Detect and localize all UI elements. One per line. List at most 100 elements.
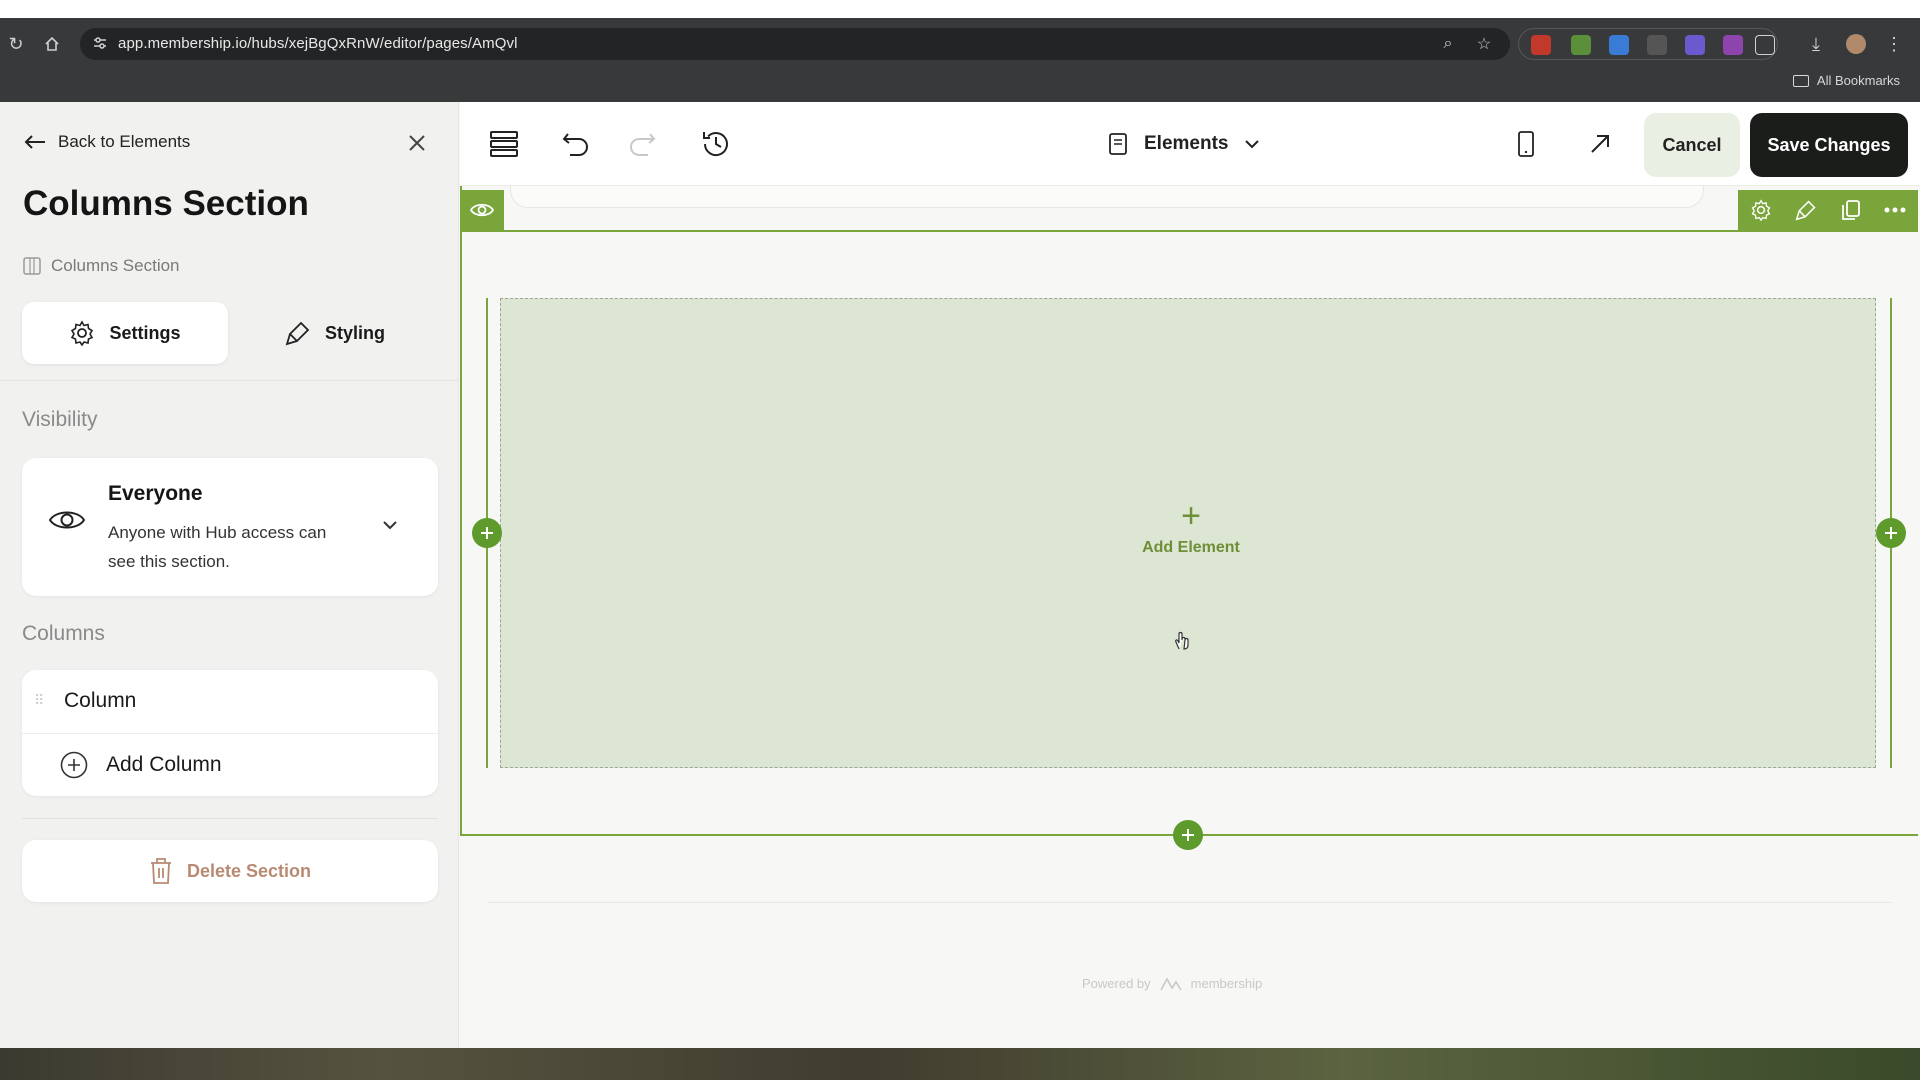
- extension-icon[interactable]: [1647, 35, 1667, 55]
- eye-icon: [48, 511, 86, 529]
- url-text[interactable]: app.membership.io/hubs/xejBgQxRnW/editor…: [118, 35, 518, 52]
- undo-icon: [562, 133, 588, 156]
- editor-canvas: + Add Element Powered by membership: [460, 186, 1920, 1048]
- chevron-down-icon: [383, 521, 397, 530]
- columns-icon: [23, 257, 41, 275]
- tab-settings[interactable]: Settings: [22, 302, 228, 364]
- cancel-button[interactable]: Cancel: [1644, 113, 1740, 177]
- folder-icon: [1792, 74, 1809, 87]
- page-selector-label: Elements: [1144, 133, 1229, 154]
- bookmark-star-icon[interactable]: ☆: [1474, 34, 1494, 54]
- duplicate-icon[interactable]: [1841, 199, 1861, 221]
- mobile-icon: [1518, 131, 1534, 157]
- delete-section-button[interactable]: Delete Section: [22, 840, 438, 902]
- add-column-left-button[interactable]: [472, 518, 502, 548]
- visibility-description: Anyone with Hub access can see this sect…: [108, 523, 327, 571]
- brush-icon: [285, 321, 310, 346]
- trash-icon: [150, 858, 171, 884]
- editor-app: Back to Elements Columns Section Columns…: [0, 102, 1920, 1048]
- chevron-down-icon: [1245, 140, 1260, 149]
- add-section-below-button[interactable]: [1173, 820, 1203, 850]
- open-preview-button[interactable]: [1582, 126, 1618, 162]
- visibility-heading: Visibility: [22, 408, 98, 431]
- layers-icon: [490, 131, 518, 157]
- layers-button[interactable]: [486, 126, 522, 162]
- undo-button[interactable]: [558, 126, 594, 162]
- column-label: Column: [64, 689, 137, 712]
- plus-icon: [1885, 527, 1897, 539]
- avatar[interactable]: [1842, 30, 1870, 58]
- columns-list: ⠿ Column Add Column: [22, 670, 438, 796]
- back-to-elements-link[interactable]: Back to Elements: [24, 132, 190, 152]
- plus-icon: [1182, 829, 1194, 841]
- editor-toolbar: Elements Cancel Save Changes: [460, 102, 1920, 186]
- address-bar[interactable]: app.membership.io/hubs/xejBgQxRnW/editor…: [80, 28, 1510, 60]
- history-icon: [703, 132, 728, 156]
- reload-icon[interactable]: ↻: [2, 30, 30, 58]
- plus-icon: [481, 527, 493, 539]
- more-vertical-icon[interactable]: ⋮: [1880, 30, 1908, 58]
- page-icon: [1109, 133, 1127, 155]
- gear-icon[interactable]: [1750, 199, 1772, 221]
- menu-bar: [0, 0, 1920, 18]
- membership-logo-icon: [1159, 976, 1182, 990]
- hand-cursor-icon: [1175, 631, 1189, 650]
- columns-heading: Columns: [22, 622, 105, 645]
- bookmarks-label[interactable]: All Bookmarks: [1817, 73, 1900, 88]
- list-item[interactable]: ⠿ Column: [22, 670, 438, 732]
- add-column-button[interactable]: Add Column: [22, 734, 438, 796]
- powered-by-label: Powered by: [1082, 976, 1151, 991]
- plus-circle-icon: [60, 751, 88, 779]
- add-column-right-button[interactable]: [1876, 518, 1906, 548]
- breadcrumb-label: Columns Section: [51, 256, 180, 275]
- panel-title: Columns Section: [23, 184, 309, 223]
- site-settings-icon[interactable]: [92, 35, 108, 51]
- brand-label: membership: [1190, 976, 1263, 991]
- arrow-up-right-icon: [1591, 135, 1609, 153]
- extension-icon[interactable]: [1685, 35, 1705, 55]
- home-icon[interactable]: [38, 30, 66, 58]
- mobile-preview-button[interactable]: [1508, 126, 1544, 162]
- redo-button[interactable]: [624, 126, 660, 162]
- extension-icon[interactable]: [1609, 35, 1629, 55]
- divider: [22, 818, 438, 819]
- plus-icon: +: [1181, 497, 1201, 535]
- extension-icon[interactable]: [1531, 35, 1551, 55]
- powered-by[interactable]: Powered by membership: [1082, 976, 1262, 991]
- eye-icon: [470, 203, 494, 217]
- panel-tabs: Settings Styling: [22, 302, 438, 364]
- add-element-button[interactable]: + Add Element: [1141, 499, 1241, 557]
- close-icon[interactable]: [406, 132, 428, 154]
- footer-divider: [488, 902, 1892, 903]
- gear-icon: [71, 320, 94, 346]
- delete-section-label: Delete Section: [186, 860, 312, 881]
- visibility-dropdown[interactable]: Everyone Anyone with Hub access can see …: [22, 458, 438, 596]
- redo-icon: [630, 133, 656, 156]
- zoom-icon[interactable]: ⌕: [1438, 34, 1458, 54]
- bookmarks-bar[interactable]: All Bookmarks: [1792, 73, 1900, 88]
- section-toolbar: [1738, 190, 1918, 230]
- add-element-label: Add Element: [1142, 539, 1240, 556]
- breadcrumb: Columns Section: [23, 256, 180, 276]
- extension-icon[interactable]: [1571, 35, 1591, 55]
- puzzle-icon[interactable]: [1755, 35, 1775, 55]
- section-visibility-button[interactable]: [460, 190, 504, 230]
- column-dropzone[interactable]: + Add Element: [500, 298, 1876, 768]
- back-label: Back to Elements: [58, 132, 191, 151]
- extension-icon[interactable]: [1723, 35, 1743, 55]
- extensions-group: [1518, 28, 1778, 60]
- desktop-wallpaper: [0, 1048, 1920, 1080]
- page-selector-dropdown[interactable]: Elements: [1108, 124, 1260, 164]
- add-column-label: Add Column: [106, 753, 222, 776]
- history-button[interactable]: [698, 126, 734, 162]
- browser-chrome: ↻ app.membership.io/hubs/xejBgQxRnW/edit…: [0, 18, 1920, 102]
- drag-handle-icon[interactable]: ⠿: [34, 692, 44, 709]
- save-changes-button[interactable]: Save Changes: [1750, 113, 1908, 177]
- download-icon[interactable]: ⤓: [1802, 30, 1830, 58]
- divider: [0, 380, 459, 381]
- more-horizontal-icon[interactable]: [1884, 206, 1906, 214]
- brush-icon[interactable]: [1795, 199, 1817, 221]
- tab-styling[interactable]: Styling: [232, 302, 438, 364]
- visibility-title: Everyone: [108, 482, 203, 505]
- settings-panel: Back to Elements Columns Section Columns…: [0, 102, 459, 1048]
